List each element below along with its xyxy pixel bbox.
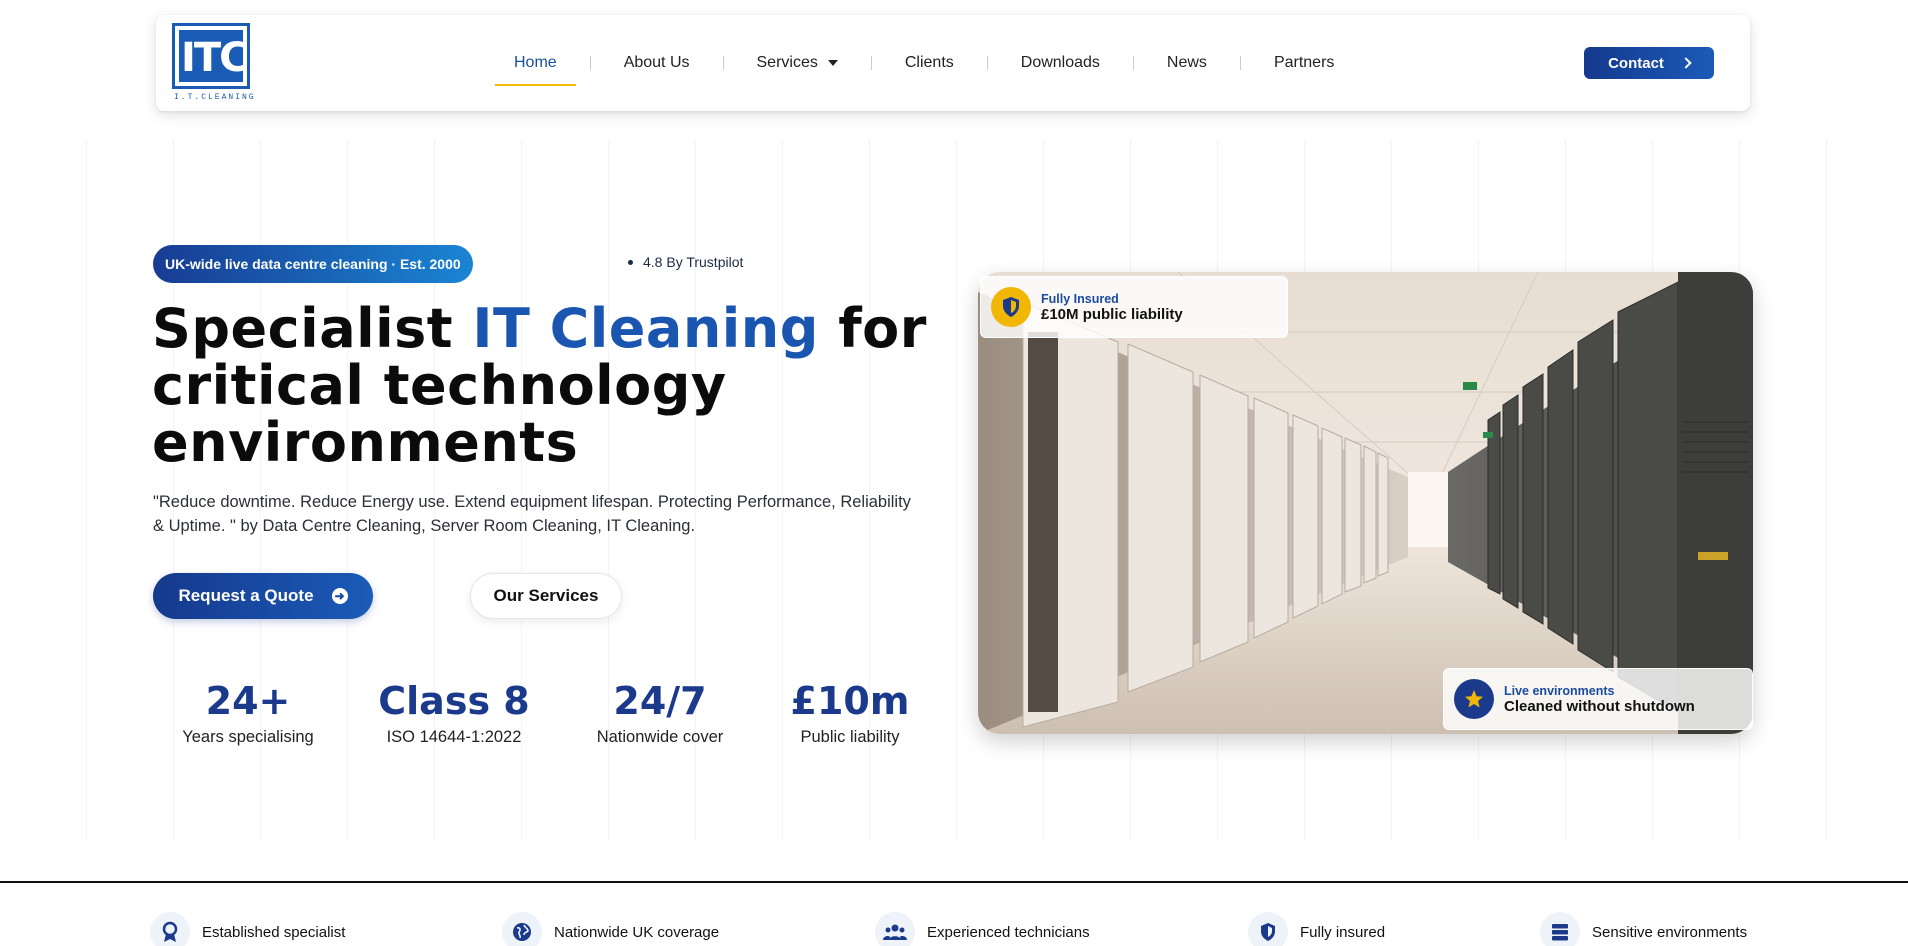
stat-liability: £10m Public liability <box>755 678 945 747</box>
stat-label: Nationwide cover <box>596 728 724 746</box>
stat-value: 24/7 <box>613 679 707 723</box>
features-bar: Established specialist Nationwide UK cov… <box>150 912 1770 946</box>
live-card-title: Live environments <box>1504 683 1615 698</box>
feature-insured: Fully insured <box>1248 912 1385 946</box>
feature-label: Experienced technicians <box>927 923 1090 941</box>
nav-clients[interactable]: Clients <box>872 15 987 111</box>
nav-about-us[interactable]: About Us <box>591 15 723 111</box>
main-nav: Home About Us Services Clients Downloads… <box>481 15 1367 111</box>
feature-technicians: Experienced technicians <box>875 912 1090 946</box>
stat-label: Public liability <box>800 728 900 746</box>
shield-icon <box>1248 912 1288 946</box>
headline-part-1: Specialist <box>152 297 473 360</box>
stat-class: Class 8 ISO 14644-1:2022 <box>343 678 565 747</box>
chevron-right-icon <box>1680 57 1692 69</box>
feature-sensitive: Sensitive environments <box>1540 912 1747 946</box>
nav-home-label: Home <box>514 54 557 71</box>
stat-value: 24+ <box>205 679 291 723</box>
globe-icon <box>502 912 542 946</box>
arrow-right-circle-icon: ➜ <box>331 588 348 604</box>
nav-news[interactable]: News <box>1134 15 1240 111</box>
live-environments-card: Live environments Cleaned without shutdo… <box>1443 668 1753 730</box>
bullet-icon <box>628 259 633 265</box>
trustpilot-rating[interactable]: 4.8 By Trustpilot <box>628 254 743 270</box>
feature-label: Sensitive environments <box>1592 923 1748 941</box>
our-services-label: Our Services <box>493 586 599 605</box>
shield-icon <box>991 287 1031 327</box>
section-divider <box>0 881 1908 883</box>
feature-coverage: Nationwide UK coverage <box>502 912 719 946</box>
hero-subtext: "Reduce downtime. Reduce Energy use. Ext… <box>153 493 911 535</box>
caret-down-icon <box>827 60 838 66</box>
stat-value: Class 8 <box>378 679 530 723</box>
stat-value: £10m <box>790 679 910 723</box>
stat-label: Years specialising <box>182 728 314 746</box>
users-icon <box>875 912 915 946</box>
our-services-button[interactable]: Our Services <box>470 573 622 619</box>
nav-clients-label: Clients <box>904 54 954 71</box>
nav-partners-label: Partners <box>1273 54 1335 71</box>
nav-home[interactable]: Home <box>481 15 590 111</box>
logo-mark: ITC <box>172 23 250 89</box>
nav-partners[interactable]: Partners <box>1241 15 1367 111</box>
stats-row: 24+ Years specialising Class 8 ISO 14644… <box>153 678 945 747</box>
request-quote-label: Request a Quote <box>178 586 314 605</box>
contact-button[interactable]: Contact <box>1584 47 1714 79</box>
feature-label: Established specialist <box>202 923 346 941</box>
insured-card-value: £10M public liability <box>1041 305 1183 323</box>
nav-services-label: Services <box>756 54 818 71</box>
headline-accent: IT Cleaning <box>472 297 819 360</box>
nav-services[interactable]: Services <box>724 15 871 111</box>
data-centre-photo <box>978 272 1753 734</box>
stat-label: ISO 14644-1:2022 <box>386 728 522 746</box>
nav-about-us-label: About Us <box>623 54 690 71</box>
live-card-value: Cleaned without shutdown <box>1504 697 1695 715</box>
nav-downloads[interactable]: Downloads <box>988 15 1133 111</box>
nav-downloads-label: Downloads <box>1020 54 1100 71</box>
stat-years: 24+ Years specialising <box>153 678 343 747</box>
award-icon <box>150 912 190 946</box>
request-quote-button[interactable]: Request a Quote ➜ <box>153 573 373 619</box>
logo-letters: ITC <box>181 35 249 81</box>
insured-card-title: Fully Insured <box>1041 291 1119 306</box>
feature-label: Fully insured <box>1300 923 1386 941</box>
site-logo[interactable]: ITC I.T.CLEANING <box>172 23 256 103</box>
star-icon <box>1454 679 1494 719</box>
feature-label: Nationwide UK coverage <box>554 923 720 941</box>
insured-card: Fully Insured £10M public liability <box>980 276 1288 338</box>
server-icon <box>1540 912 1580 946</box>
nav-news-label: News <box>1166 54 1207 71</box>
logo-wordmark: I.T.CLEANING <box>174 93 256 102</box>
trustpilot-label: 4.8 By Trustpilot <box>643 254 744 270</box>
feature-established: Established specialist <box>150 912 345 946</box>
contact-label: Contact <box>1608 54 1664 72</box>
stat-cover: 24/7 Nationwide cover <box>565 678 755 747</box>
site-header: ITC I.T.CLEANING Home About Us Services … <box>156 15 1750 111</box>
hero-badge: UK-wide live data centre cleaning · Est.… <box>153 245 473 283</box>
hero-headline: Specialist IT Cleaning for critical tech… <box>152 300 932 471</box>
